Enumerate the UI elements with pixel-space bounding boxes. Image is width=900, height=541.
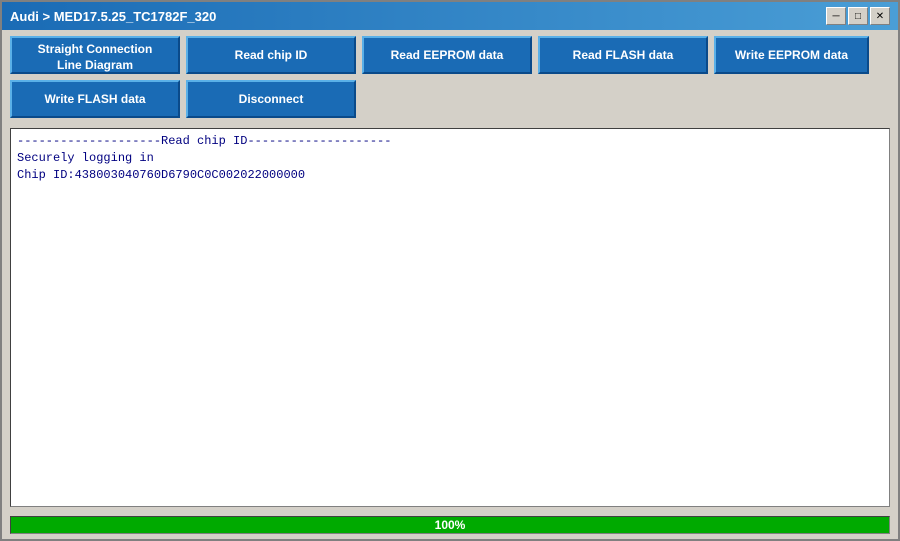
read-chip-id-button[interactable]: Read chip ID bbox=[186, 36, 356, 74]
log-line-2: Securely logging in bbox=[17, 151, 154, 165]
connection-line-button[interactable]: Straight ConnectionLine Diagram bbox=[10, 36, 180, 74]
content-area: --------------------Read chip ID--------… bbox=[2, 124, 898, 511]
main-window: Audi > MED17.5.25_TC1782F_320 ─ □ ✕ Stra… bbox=[0, 0, 900, 541]
read-eeprom-button[interactable]: Read EEPROM data bbox=[362, 36, 532, 74]
log-line-1: --------------------Read chip ID--------… bbox=[17, 134, 391, 148]
window-controls: ─ □ ✕ bbox=[826, 7, 890, 25]
status-bar: 100% bbox=[2, 511, 898, 539]
toolbar-row-2: Write FLASH data Disconnect bbox=[10, 80, 890, 118]
toolbar-row-1: Straight ConnectionLine Diagram Read chi… bbox=[10, 36, 890, 74]
progress-container: 100% bbox=[10, 516, 890, 534]
window-title: Audi > MED17.5.25_TC1782F_320 bbox=[10, 9, 216, 24]
minimize-button[interactable]: ─ bbox=[826, 7, 846, 25]
write-eeprom-button[interactable]: Write EEPROM data bbox=[714, 36, 869, 74]
close-button[interactable]: ✕ bbox=[870, 7, 890, 25]
write-flash-button[interactable]: Write FLASH data bbox=[10, 80, 180, 118]
title-bar: Audi > MED17.5.25_TC1782F_320 ─ □ ✕ bbox=[2, 2, 898, 30]
log-output: --------------------Read chip ID--------… bbox=[10, 128, 890, 507]
maximize-button[interactable]: □ bbox=[848, 7, 868, 25]
read-flash-button[interactable]: Read FLASH data bbox=[538, 36, 708, 74]
progress-label: 100% bbox=[11, 518, 889, 532]
toolbar: Straight ConnectionLine Diagram Read chi… bbox=[2, 30, 898, 124]
log-line-3: Chip ID:438003040760D6790C0C002022000000 bbox=[17, 168, 305, 182]
disconnect-button[interactable]: Disconnect bbox=[186, 80, 356, 118]
